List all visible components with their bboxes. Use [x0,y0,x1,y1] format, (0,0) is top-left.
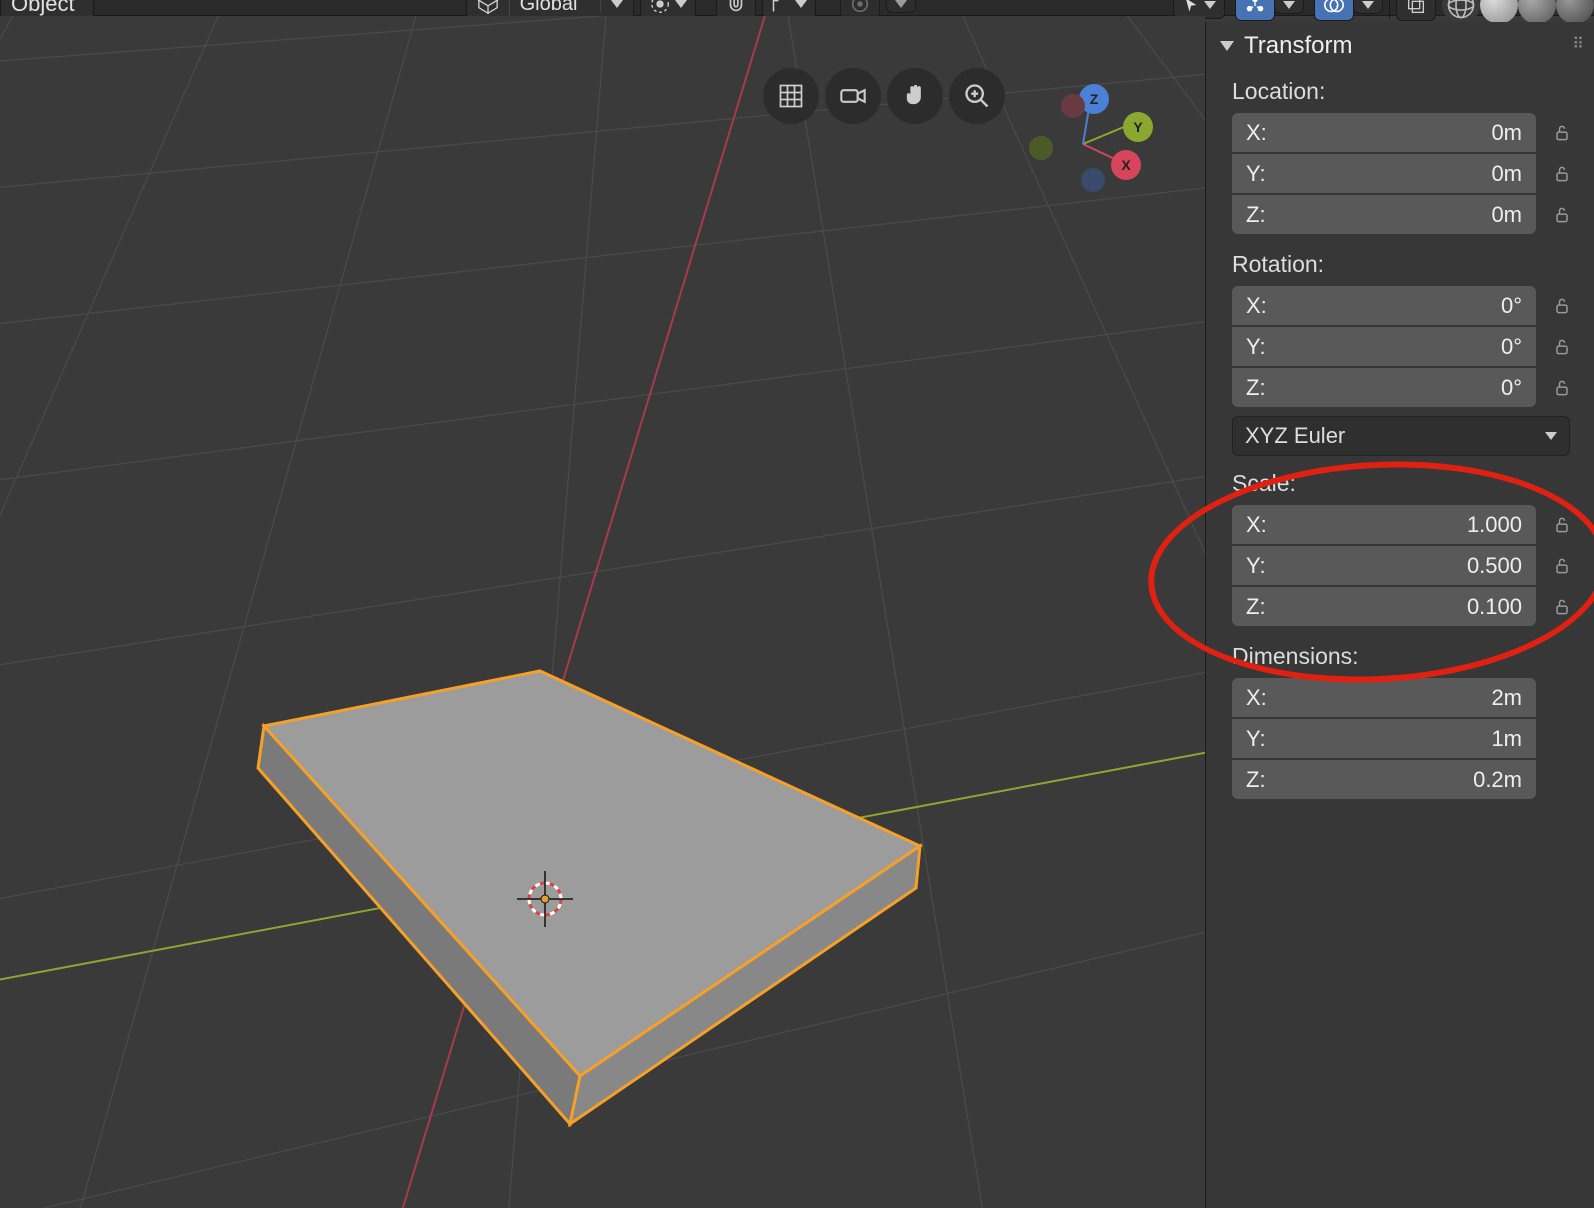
lock-icon[interactable] [1548,123,1576,143]
cursor-icon [1182,0,1200,14]
chevron-down-icon [1204,1,1216,9]
nav-gizmo[interactable]: X Y Z [1023,84,1143,204]
lock-icon[interactable] [1548,378,1576,398]
proportional-falloff-select[interactable] [886,0,916,13]
chevron-down-icon [795,0,807,8]
dimensions-y-input[interactable]: Y: 1m [1232,719,1536,758]
dimensions-fields: X: 2m Y: 1m Z: 0.2m [1206,678,1594,800]
gizmo-z-neg[interactable] [1081,168,1105,192]
lock-icon[interactable] [1548,205,1576,225]
location-y-input[interactable]: Y: 0m [1232,154,1536,193]
rotation-order-select[interactable]: XYZ Euler [1232,416,1570,456]
chevron-down-icon [1283,1,1295,9]
viewport-header: Object Global [0,0,1594,16]
gizmo-options-button[interactable] [1274,0,1304,14]
rotation-fields: X: 0° Y: 0° Z: 0° [1206,286,1594,408]
overlays-visibility-button[interactable] [1314,0,1354,21]
view-camera-button[interactable] [763,68,819,124]
zoom-icon [963,82,991,110]
rotation-x-input[interactable]: X: 0° [1232,286,1536,325]
rotation-y-input[interactable]: Y: 0° [1232,327,1536,366]
chevron-down-icon [895,0,907,8]
proportional-icon [849,0,871,15]
view-zoom-button[interactable] [949,68,1005,124]
chevron-down-icon [1545,432,1557,440]
chevron-down-icon [1362,1,1374,9]
overlays-icon [1323,0,1345,16]
lock-icon[interactable] [1548,296,1576,316]
location-x-input[interactable]: X: 0m [1232,113,1536,152]
gizmo-y-pos[interactable]: Y [1123,112,1153,142]
mode-label: Object [11,0,75,16]
scale-x-input[interactable]: X: 1.000 [1232,505,1536,544]
chevron-down-icon [675,0,687,8]
grid-icon [777,82,805,110]
magnet-icon [725,0,747,15]
lock-icon[interactable] [1548,556,1576,576]
lock-icon[interactable] [1548,164,1576,184]
viewport-controls [763,68,1005,124]
view-pan-button[interactable] [887,68,943,124]
chevron-down-icon [600,0,633,12]
shading-solid-button[interactable] [1480,0,1518,24]
scale-z-input[interactable]: Z: 0.100 [1232,587,1536,626]
transform-panel: Transform ⠿ Location: X: 0m Y: 0m Z: 0m [1205,22,1594,1208]
gizmo-visibility-button[interactable] [1235,0,1275,21]
lock-icon[interactable] [1548,515,1576,535]
hand-icon [901,82,929,110]
gizmo-y-neg[interactable] [1029,136,1053,160]
location-z-input[interactable]: Z: 0m [1232,195,1536,234]
3d-viewport[interactable]: X Y Z [0,16,1205,1208]
gizmo-icon [1244,0,1266,16]
lock-icon[interactable] [1548,337,1576,357]
lock-icon[interactable] [1548,597,1576,617]
pivot-icon [649,0,671,15]
gizmo-x-pos[interactable]: X [1111,150,1141,180]
shading-matprev-button[interactable] [1518,0,1556,24]
camera-icon [839,82,867,110]
wireframe-sphere-icon [1446,0,1476,20]
scale-y-input[interactable]: Y: 0.500 [1232,546,1536,585]
scale-label: Scale: [1206,462,1594,505]
panel-drag-icon[interactable]: ⠿ [1572,34,1586,54]
dimensions-z-input[interactable]: Z: 0.2m [1232,760,1536,799]
rotation-z-input[interactable]: Z: 0° [1232,368,1536,407]
snap-increment-icon [771,0,791,14]
scale-fields: X: 1.000 Y: 0.500 Z: 0.100 [1206,505,1594,627]
shading-rendered-button[interactable] [1556,0,1594,24]
rotation-label: Rotation: [1206,243,1594,286]
xray-toggle[interactable] [1396,0,1436,21]
divider [1389,0,1390,19]
panel-collapse-icon[interactable] [1220,41,1234,51]
panel-header[interactable]: Transform ⠿ [1206,22,1594,70]
view-camera-toggle[interactable] [825,68,881,124]
panel-title: Transform [1244,32,1352,60]
shading-wireframe-button[interactable] [1442,0,1480,24]
dimensions-label: Dimensions: [1206,635,1594,678]
location-fields: X: 0m Y: 0m Z: 0m [1206,113,1594,235]
location-label: Location: [1206,70,1594,113]
xray-icon [1405,0,1427,16]
mesh-cube [258,671,920,1124]
overlays-options-button[interactable] [1353,0,1383,14]
gizmo-x-neg[interactable] [1061,94,1085,118]
dimensions-x-input[interactable]: X: 2m [1232,678,1536,717]
